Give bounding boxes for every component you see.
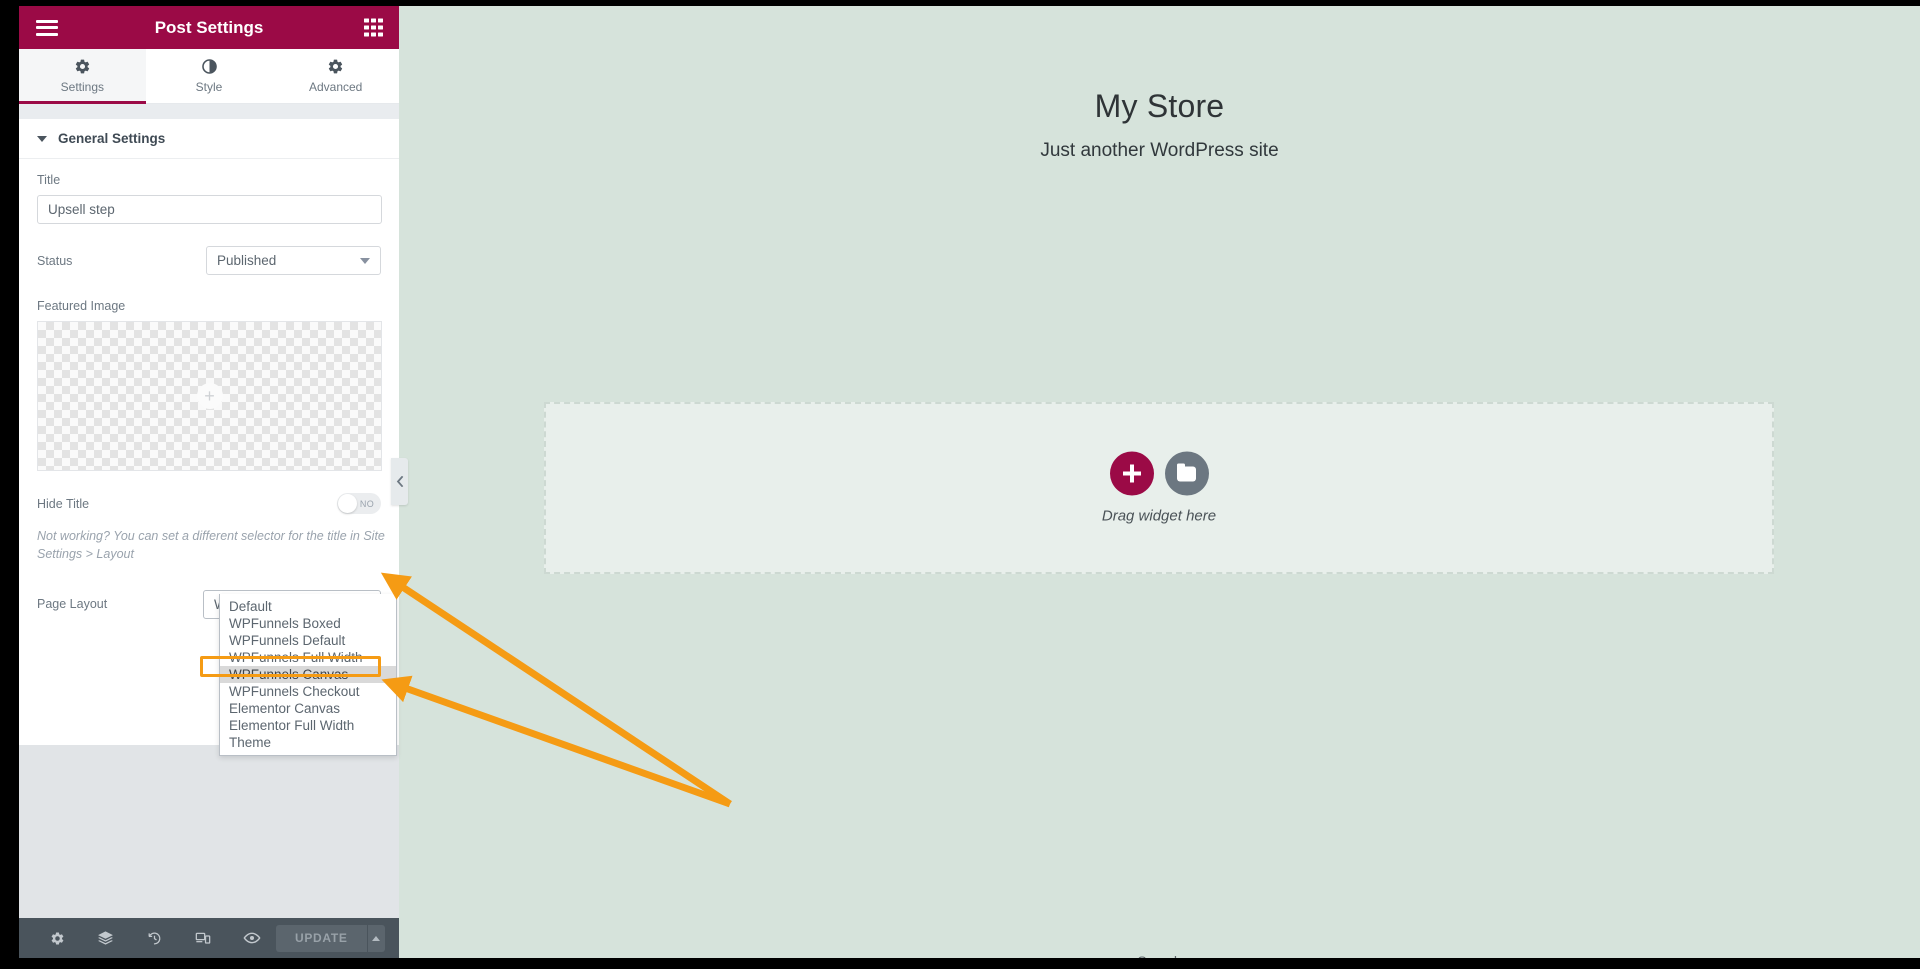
site-tagline: Just another WordPress site [1040,140,1279,161]
drop-zone-inner: Drag widget here [546,451,1772,525]
chevron-down-icon [37,135,47,142]
chevron-down-icon [360,257,370,264]
page-title: Post Settings [154,17,264,37]
dropdown-option[interactable]: Elementor Full Width [220,717,396,734]
plus-icon: + [196,383,223,409]
tab-settings-label: Settings [60,80,105,94]
toggle-knob [338,494,357,513]
layers-icon[interactable] [82,930,131,947]
panel-tabs: Settings Style Advanced [19,49,400,104]
dropdown-option[interactable]: Elementor Canvas [220,700,396,717]
panel-body: Title Status Published Featured Image + … [19,159,399,918]
update-button[interactable]: UPDATE [276,925,367,952]
site-header: My Store Just another WordPress site [399,88,1920,162]
hamburger-icon[interactable] [36,19,58,36]
update-options-button[interactable] [366,924,385,952]
status-field-label: Status [37,253,73,268]
history-icon[interactable] [130,931,179,946]
preview-eye-icon[interactable] [227,929,276,947]
screenshot-root: My Store Just another WordPress site Dra… [0,0,1920,969]
hide-title-row: Hide Title NO [37,493,381,514]
tab-advanced-label: Advanced [308,80,363,94]
plus-icon [1122,464,1141,483]
hide-title-label: Hide Title [37,496,90,511]
status-row: Status Published [37,246,381,275]
site-title: My Store [1094,88,1225,124]
drop-zone-buttons [546,451,1772,496]
page-layout-dropdown[interactable]: Default WPFunnels Boxed WPFunnels Defaul… [219,594,397,756]
panel-collapse-handle[interactable] [391,458,408,505]
hide-title-help-text: Not working? You can set a different sel… [37,529,385,561]
dropdown-option[interactable]: Theme [220,734,396,751]
dropdown-option[interactable]: Default [220,598,396,615]
add-widget-button[interactable] [1109,451,1154,496]
dropdown-option[interactable]: WPFunnels Default [220,632,396,649]
canvas-bottom-text: Search [399,953,1920,958]
update-button-group: UPDATE [275,924,385,952]
title-input[interactable] [37,195,382,224]
title-field-label: Title [37,173,61,187]
editor-canvas: My Store Just another WordPress site Dra… [399,6,1920,958]
toggle-state-label: NO [359,498,374,509]
contrast-icon [201,59,217,74]
panel-subbar [19,104,399,119]
page-layout-label: Page Layout [37,597,108,611]
folder-icon [1177,463,1196,481]
tab-advanced[interactable]: Advanced [272,49,400,103]
featured-image-label: Featured Image [37,299,126,313]
panel-header: Post Settings [19,6,399,49]
add-template-button[interactable] [1164,451,1209,496]
post-settings-panel: Post Settings Settings Style Advanced Ge… [19,6,400,958]
chevron-up-icon [372,935,381,941]
chevron-left-icon [396,476,403,487]
section-general-settings[interactable]: General Settings [19,119,399,159]
tab-settings[interactable]: Settings [19,49,146,104]
dropdown-option[interactable]: WPFunnels Full Width [220,649,396,666]
panel-footer: UPDATE [19,918,399,958]
responsive-icon[interactable] [179,930,228,946]
drop-zone-section[interactable]: Drag widget here [544,402,1774,574]
tab-style-label: Style [195,80,223,94]
panel-empty-fill [19,745,399,918]
dropdown-option[interactable]: WPFunnels Boxed [220,615,396,632]
gear-icon[interactable] [33,931,82,946]
section-title: General Settings [58,131,166,146]
status-select-value: Published [217,253,277,268]
dropdown-option-selected[interactable]: WPFunnels Canvas [220,666,396,683]
status-select[interactable]: Published [206,246,381,275]
drop-zone-label: Drag widget here [1101,507,1217,525]
grid-icon[interactable] [364,18,383,37]
featured-image-dropzone[interactable]: + [37,321,382,471]
tab-style[interactable]: Style [145,49,273,103]
hide-title-toggle[interactable]: NO [337,493,381,514]
dropdown-option[interactable]: WPFunnels Checkout [220,683,396,700]
gear-icon [329,59,343,74]
gear-icon [75,59,89,74]
